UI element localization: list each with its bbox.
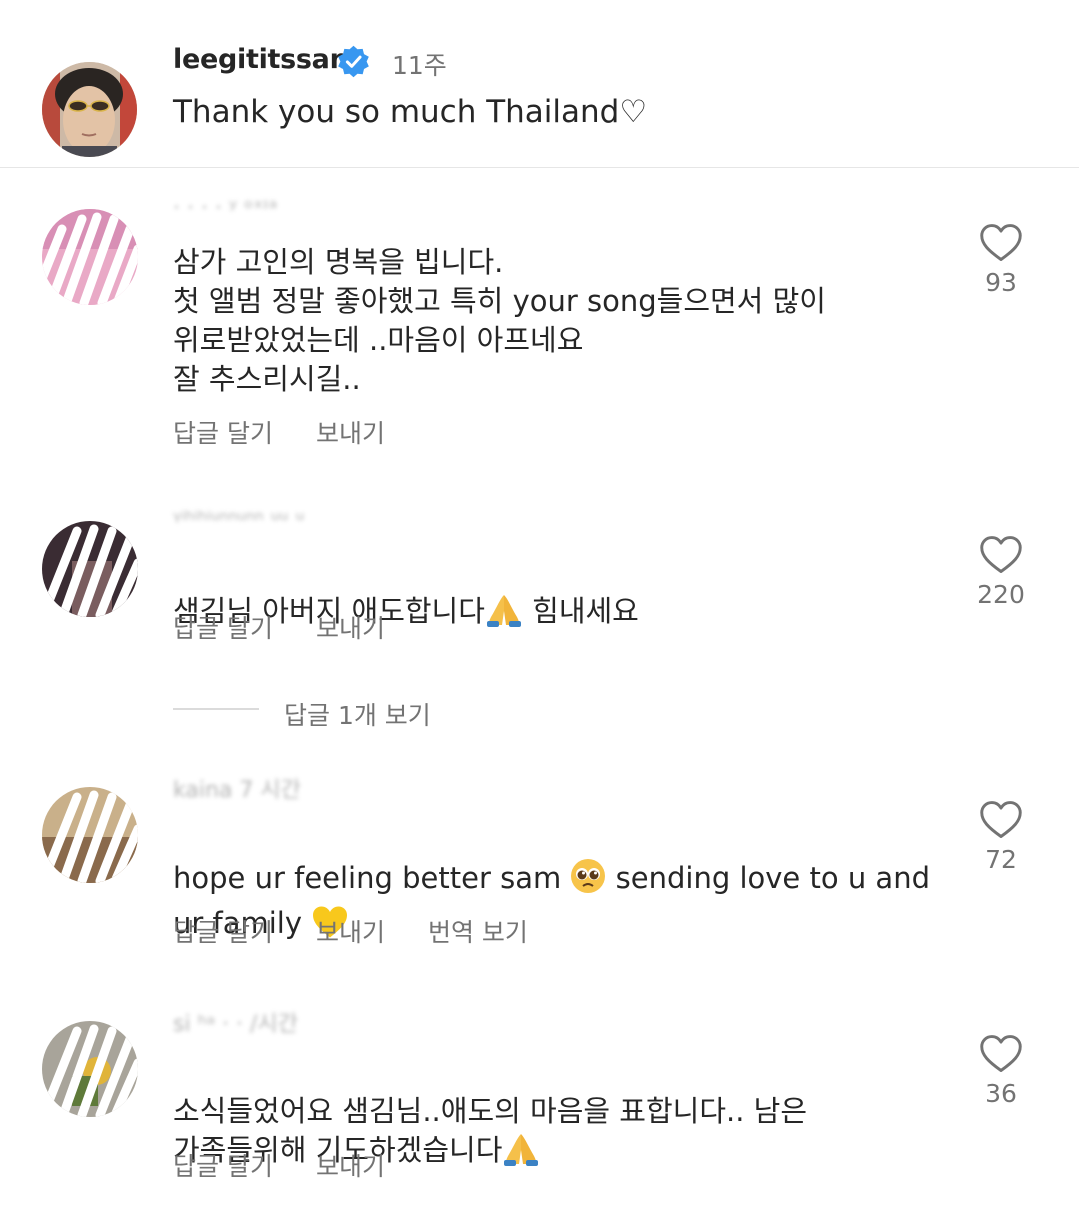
comment-actions: 답글 달기 보내기 [173, 1147, 385, 1183]
comment-actions: 답글 달기 보내기 [173, 414, 385, 450]
post-time: 11주 [392, 51, 447, 80]
commenter-avatar[interactable] [42, 1021, 138, 1117]
translate-button[interactable]: 번역 보기 [428, 913, 528, 949]
reply-button[interactable]: 답글 달기 [173, 609, 273, 645]
reply-button[interactable]: 답글 달기 [173, 1147, 273, 1183]
heart-icon[interactable] [979, 534, 1023, 576]
like-count: 93 [985, 268, 1017, 297]
commenter-avatar[interactable] [42, 787, 138, 883]
comment-text: 삼가 고인의 명복을 빕니다. 첫 앨범 정말 좋아했고 특히 your son… [173, 245, 826, 396]
like-count: 72 [985, 845, 1017, 874]
pleading-face-icon [570, 858, 606, 904]
author-username[interactable]: leegititssam [173, 44, 358, 75]
like-group: 93 [973, 222, 1029, 297]
like-count: 36 [985, 1079, 1017, 1108]
heart-icon[interactable] [979, 1033, 1023, 1075]
reply-button[interactable]: 답글 달기 [173, 913, 273, 949]
view-replies-button[interactable]: 답글 1개 보기 [284, 696, 431, 732]
send-button[interactable]: 보내기 [316, 913, 385, 949]
send-button[interactable]: 보내기 [316, 1147, 385, 1183]
verified-badge-icon [338, 45, 369, 78]
commenter-username[interactable]: kaina 7 시간 [173, 772, 301, 804]
replies-divider [173, 708, 259, 710]
heart-icon[interactable] [979, 799, 1023, 841]
like-group: 72 [973, 799, 1029, 874]
send-button[interactable]: 보내기 [316, 414, 385, 450]
author-avatar[interactable] [42, 62, 137, 157]
like-group: 36 [973, 1033, 1029, 1108]
comment-actions: 답글 달기 보내기 [173, 609, 385, 645]
commenter-username[interactable]: si ʰᵃ · · /시간 [173, 1006, 298, 1038]
commenter-username[interactable]: · · · · ʸ ᵒˣᶦᵃ [173, 196, 277, 221]
like-count: 220 [977, 580, 1025, 609]
commenter-username[interactable]: ᵞⁱʰⁱʰⁱᵘⁿⁿᵘⁿⁿ ᵘᵘ ᵘ [173, 508, 304, 533]
like-group: 220 [973, 534, 1029, 609]
reply-button[interactable]: 답글 달기 [173, 414, 273, 450]
comment-actions: 답글 달기 보내기 번역 보기 [173, 913, 528, 949]
folded-hands-icon [502, 1132, 540, 1176]
send-button[interactable]: 보내기 [316, 609, 385, 645]
commenter-avatar[interactable] [42, 209, 138, 305]
post-caption: Thank you so much Thailand♡ [173, 94, 648, 130]
folded-hands-icon [485, 593, 523, 637]
commenter-avatar[interactable] [42, 521, 138, 617]
post-header: leegititssam 11주 Thank you so much Thail… [0, 0, 1079, 168]
heart-icon[interactable] [979, 222, 1023, 264]
